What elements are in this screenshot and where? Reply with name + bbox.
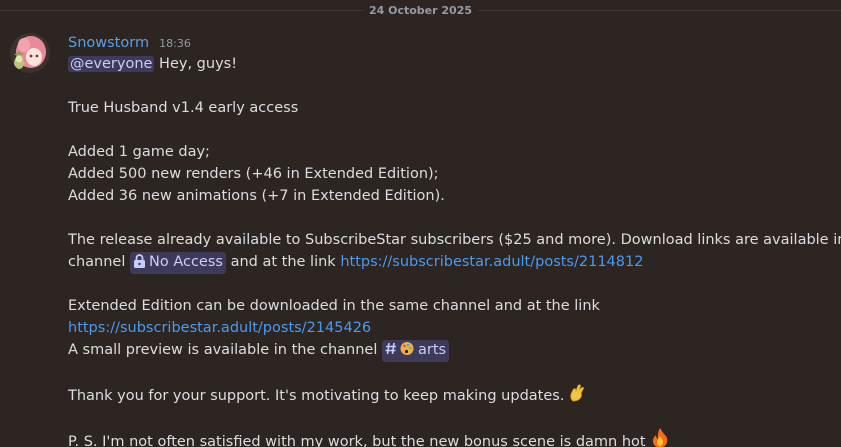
greeting-line: @everyone Hey, guys! bbox=[68, 53, 828, 75]
author-name[interactable]: Snowstorm bbox=[68, 35, 149, 51]
date-divider: 24 October 2025 bbox=[0, 0, 841, 22]
avatar-image bbox=[10, 33, 50, 73]
preview-prefix: A small preview is available in the chan… bbox=[68, 342, 382, 358]
change-line-2: Added 500 new renders (+46 in Extended E… bbox=[68, 166, 439, 182]
preview-line: A small preview is available in the chan… bbox=[68, 339, 828, 362]
fire-emoji bbox=[649, 427, 671, 447]
title-line: True Husband v1.4 early access bbox=[68, 100, 299, 116]
chat-view: 24 October 2025 Snowstorm 18:36 @everyon… bbox=[0, 0, 841, 447]
release-link[interactable]: https://subscribestar.adult/posts/211481… bbox=[340, 254, 643, 270]
hash-palette-icon bbox=[385, 340, 415, 362]
change-line-3: Added 36 new animations (+7 in Extended … bbox=[68, 188, 445, 204]
release-link-prefix: and at the link bbox=[225, 254, 341, 270]
arts-channel[interactable]: arts bbox=[382, 340, 450, 362]
no-access-label: No Access bbox=[149, 254, 223, 270]
thanks-text: Thank you for your support. It's motivat… bbox=[68, 388, 565, 404]
no-access-channel[interactable]: No Access bbox=[130, 252, 226, 274]
thanks-line: Thank you for your support. It's motivat… bbox=[68, 383, 828, 405]
message-header: Snowstorm 18:36 bbox=[68, 32, 191, 52]
greeting-text: Hey, guys! bbox=[154, 56, 238, 72]
release-line-2: channel No Access and at the link https:… bbox=[68, 251, 828, 274]
avatar[interactable] bbox=[10, 33, 50, 73]
everyone-mention[interactable]: @everyone bbox=[68, 56, 155, 72]
crossed-fingers-emoji bbox=[567, 383, 587, 410]
change-line-1: Added 1 game day; bbox=[68, 144, 210, 160]
ps-line: P. S. I'm not often satisfied with my wo… bbox=[68, 427, 828, 447]
extended-link-line: https://subscribestar.adult/posts/214542… bbox=[68, 317, 828, 339]
lock-icon bbox=[133, 254, 146, 274]
release-channel-prefix: channel bbox=[68, 254, 130, 270]
extended-line: Extended Edition can be downloaded in th… bbox=[68, 298, 600, 314]
divider-date: 24 October 2025 bbox=[362, 3, 479, 19]
arts-label: arts bbox=[418, 342, 447, 358]
release-line-1: The release already available to Subscri… bbox=[68, 232, 841, 248]
ps-text: P. S. I'm not often satisfied with my wo… bbox=[68, 434, 646, 447]
message-body: @everyone Hey, guys! True Husband v1.4 e… bbox=[68, 53, 841, 447]
extended-link[interactable]: https://subscribestar.adult/posts/214542… bbox=[68, 320, 371, 336]
message-timestamp[interactable]: 18:36 bbox=[159, 37, 191, 50]
